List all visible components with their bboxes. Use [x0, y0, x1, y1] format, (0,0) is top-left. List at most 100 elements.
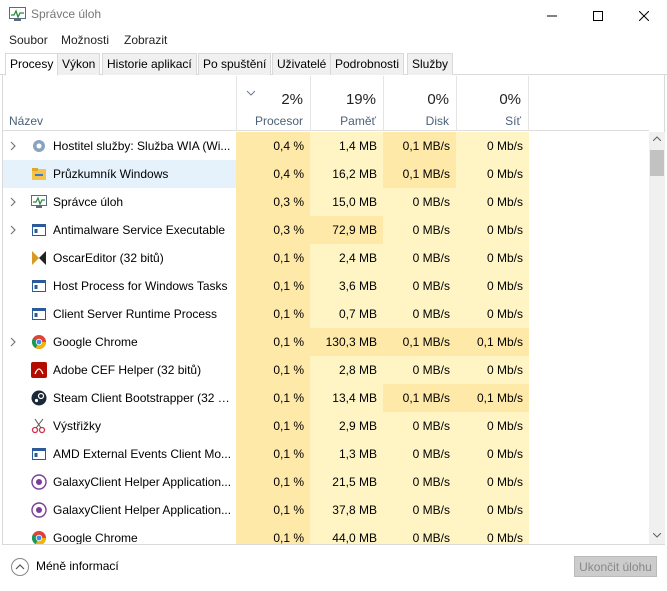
- tab-startup[interactable]: Po spuštění: [198, 53, 272, 75]
- process-name-cell[interactable]: Host Process for Windows Tasks: [3, 272, 236, 300]
- tab-processes[interactable]: Procesy: [5, 53, 59, 76]
- process-name-cell[interactable]: Antimalware Service Executable: [3, 216, 236, 244]
- process-row[interactable]: GalaxyClient Helper Application... 0,1 % 3…: [3, 496, 649, 524]
- menu-options[interactable]: Možnosti: [61, 33, 109, 47]
- tab-services[interactable]: Služby: [407, 53, 454, 75]
- minimize-button[interactable]: [529, 0, 575, 31]
- column-header-disk[interactable]: 0% Disk: [383, 76, 456, 131]
- process-row[interactable]: Client Server Runtime Process 0,1 % 0,7 MB…: [3, 300, 649, 328]
- menu-view[interactable]: Zobrazit: [124, 33, 167, 47]
- process-name: Google Chrome: [53, 335, 138, 349]
- process-name-cell[interactable]: Steam Client Bootstrapper (32 b...: [3, 384, 236, 412]
- scroll-up-icon[interactable]: [653, 136, 661, 141]
- disk-value: 0 MB/s: [383, 468, 456, 496]
- process-row[interactable]: Google Chrome 0,1 % 44,0 MB 0 MB/s 0 Mb/s: [3, 524, 649, 544]
- process-name-cell[interactable]: Client Server Runtime Process: [3, 300, 236, 328]
- cpu-value: 0,1 %: [236, 384, 310, 412]
- disk-value: 0,1 MB/s: [383, 384, 456, 412]
- chevron-right-icon[interactable]: [9, 197, 17, 207]
- disk-value: 0 MB/s: [383, 188, 456, 216]
- menu-bar: Soubor Možnosti Zobrazit: [0, 31, 667, 51]
- process-name: Výstřižky: [53, 419, 101, 433]
- cpu-value: 0,1 %: [236, 244, 310, 272]
- tab-details[interactable]: Podrobnosti: [330, 53, 405, 75]
- steam-icon: [31, 390, 47, 406]
- process-name-cell[interactable]: Hostitel služby: Služba WIA (Wi...: [3, 132, 236, 160]
- process-name-cell[interactable]: OscarEditor (32 bitů): [3, 244, 236, 272]
- process-row[interactable]: Hostitel služby: Služba WIA (Wi... 0,4 % 1…: [3, 132, 649, 160]
- process-row[interactable]: Výstřižky 0,1 % 2,9 MB 0 MB/s 0 Mb/s: [3, 412, 649, 440]
- cpu-value: 0,1 %: [236, 496, 310, 524]
- network-total: 0%: [499, 91, 521, 108]
- adobe-icon: [31, 362, 47, 378]
- vertical-scrollbar[interactable]: [649, 132, 665, 544]
- end-task-button[interactable]: Ukončit úlohu: [574, 556, 657, 577]
- process-name: Google Chrome: [53, 531, 138, 544]
- memory-value: 2,8 MB: [310, 356, 383, 384]
- process-row[interactable]: OscarEditor (32 bitů) 0,1 % 2,4 MB 0 MB/s 0 …: [3, 244, 649, 272]
- process-row[interactable]: GalaxyClient Helper Application... 0,1 % 2…: [3, 468, 649, 496]
- process-name-cell[interactable]: Výstřižky: [3, 412, 236, 440]
- process-row[interactable]: Antimalware Service Executable 0,3 % 72,9 …: [3, 216, 649, 244]
- chevron-right-icon[interactable]: [9, 225, 17, 235]
- process-name-cell[interactable]: Správce úloh: [3, 188, 236, 216]
- folder-icon: [31, 166, 47, 182]
- network-value: 0 Mb/s: [456, 440, 529, 468]
- network-value: 0 Mb/s: [456, 412, 529, 440]
- chevron-right-icon[interactable]: [9, 141, 17, 151]
- tab-performance[interactable]: Výkon: [57, 53, 101, 75]
- tab-app-history[interactable]: Historie aplikací: [102, 53, 197, 75]
- process-row[interactable]: Steam Client Bootstrapper (32 b... 0,1 % 1…: [3, 384, 649, 412]
- process-row[interactable]: Google Chrome 0,1 % 130,3 MB 0,1 MB/s 0,1 Mb…: [3, 328, 649, 356]
- process-name: Antimalware Service Executable: [53, 223, 226, 237]
- process-name-cell[interactable]: Google Chrome: [3, 328, 236, 356]
- memory-value: 130,3 MB: [310, 328, 383, 356]
- column-header-memory[interactable]: 19% Paměť: [310, 76, 383, 131]
- chevron-right-icon[interactable]: [9, 337, 17, 347]
- memory-value: 1,3 MB: [310, 440, 383, 468]
- maximize-button[interactable]: [575, 0, 621, 31]
- process-row[interactable]: Průzkumník Windows 0,4 % 16,2 MB 0,1 MB/s 0 …: [3, 160, 649, 188]
- tab-users[interactable]: Uživatelé: [272, 53, 332, 75]
- cpu-value: 0,3 %: [236, 188, 310, 216]
- process-row[interactable]: AMD External Events Client Mo... 0,1 % 1,3…: [3, 440, 649, 468]
- process-name: Adobe CEF Helper (32 bitů): [53, 363, 202, 377]
- menu-file[interactable]: Soubor: [9, 33, 48, 47]
- less-info-icon[interactable]: [11, 558, 29, 576]
- process-name: Client Server Runtime Process: [53, 307, 218, 321]
- process-row[interactable]: Host Process for Windows Tasks 0,1 % 3,6 M…: [3, 272, 649, 300]
- network-value: 0,1 Mb/s: [456, 328, 529, 356]
- process-name-cell[interactable]: GalaxyClient Helper Application...: [3, 496, 236, 524]
- process-name-cell[interactable]: GalaxyClient Helper Application...: [3, 468, 236, 496]
- network-value: 0 Mb/s: [456, 524, 529, 544]
- process-name: Steam Client Bootstrapper (32 b...: [53, 391, 233, 405]
- cpu-value: 0,4 %: [236, 132, 310, 160]
- process-name-cell[interactable]: Google Chrome: [3, 524, 236, 544]
- service-window-icon: [31, 278, 47, 294]
- less-info-link[interactable]: Méně informací: [36, 559, 119, 573]
- sort-down-icon: [247, 90, 255, 96]
- process-row[interactable]: Adobe CEF Helper (32 bitů) 0,1 % 2,8 MB 0 M…: [3, 356, 649, 384]
- network-value: 0 Mb/s: [456, 160, 529, 188]
- tab-bar: Procesy Výkon Historie aplikací Po spušt…: [0, 53, 667, 76]
- disk-value: 0 MB/s: [383, 356, 456, 384]
- process-name-cell[interactable]: Adobe CEF Helper (32 bitů): [3, 356, 236, 384]
- close-button[interactable]: [621, 0, 667, 31]
- process-name-cell[interactable]: Průzkumník Windows: [3, 160, 236, 188]
- network-value: 0 Mb/s: [456, 188, 529, 216]
- process-row[interactable]: Správce úloh 0,3 % 15,0 MB 0 MB/s 0 Mb/s: [3, 188, 649, 216]
- scroll-down-icon[interactable]: [653, 533, 661, 538]
- scrollbar-thumb[interactable]: [650, 150, 664, 176]
- column-header-name[interactable]: Název: [9, 114, 43, 128]
- memory-value: 15,0 MB: [310, 188, 383, 216]
- process-name-cell[interactable]: AMD External Events Client Mo...: [3, 440, 236, 468]
- column-header-cpu[interactable]: 2% Procesor: [236, 76, 310, 131]
- disk-value: 0 MB/s: [383, 524, 456, 544]
- memory-value: 21,5 MB: [310, 468, 383, 496]
- oscar-editor-icon: [31, 250, 47, 266]
- disk-value: 0 MB/s: [383, 412, 456, 440]
- disk-value: 0 MB/s: [383, 496, 456, 524]
- network-value: 0 Mb/s: [456, 300, 529, 328]
- process-name: GalaxyClient Helper Application...: [53, 503, 232, 517]
- column-header-network[interactable]: 0% Síť: [456, 76, 529, 131]
